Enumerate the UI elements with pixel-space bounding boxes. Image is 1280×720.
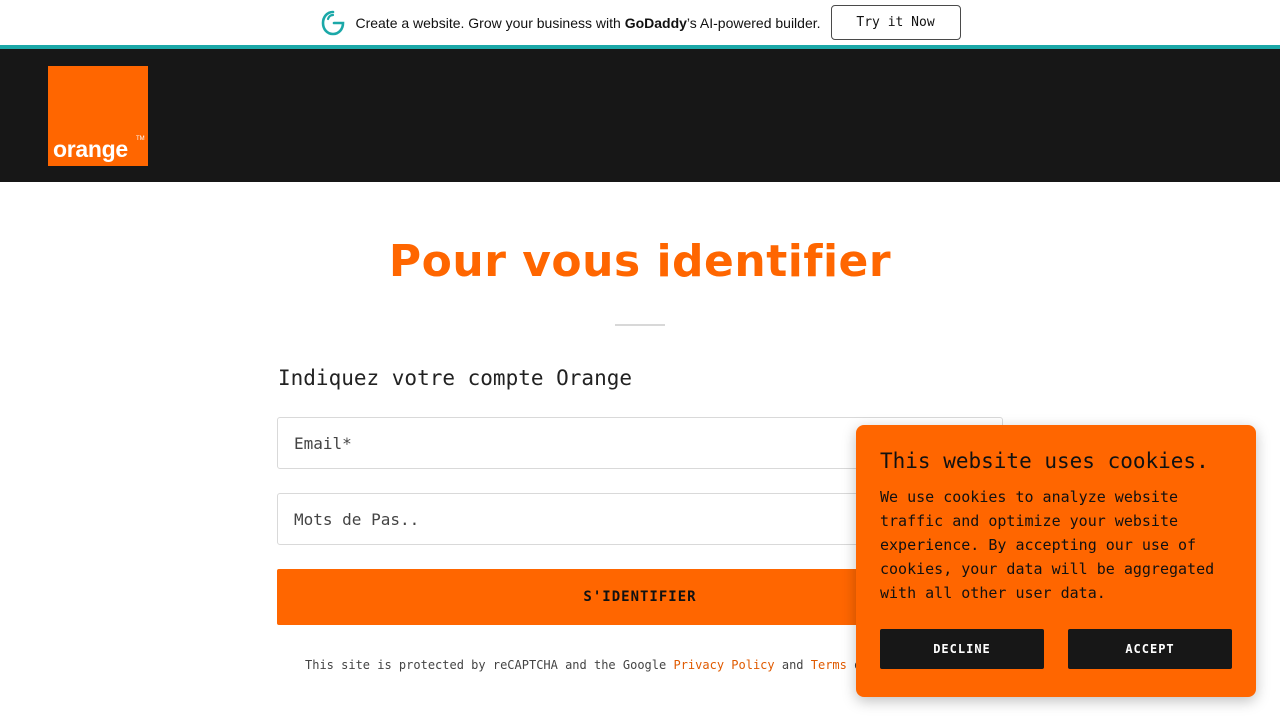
page-title: Pour vous identifier bbox=[388, 236, 892, 287]
recaptcha-text: This site is protected by reCAPTCHA and … bbox=[305, 658, 674, 672]
promo-bar: Create a website. Grow your business wit… bbox=[0, 0, 1280, 45]
cookie-title: This website uses cookies. bbox=[880, 449, 1209, 473]
recaptcha-and: and bbox=[774, 658, 811, 672]
decline-button[interactable]: DECLINE bbox=[880, 629, 1044, 669]
orange-logo[interactable]: orange TM bbox=[48, 66, 148, 166]
promo-text: Create a website. Grow your business wit… bbox=[355, 15, 820, 31]
terms-link[interactable]: Terms bbox=[811, 658, 847, 672]
logo-text: orange bbox=[53, 136, 128, 162]
promo-text-start: Create a website. Grow your business wit… bbox=[355, 14, 625, 31]
recaptcha-notice: This site is protected by reCAPTCHA and … bbox=[305, 658, 861, 672]
privacy-policy-link[interactable]: Privacy Policy bbox=[673, 658, 774, 672]
godaddy-logo-icon bbox=[319, 9, 347, 37]
site-header: orange TM bbox=[0, 49, 1280, 182]
cookie-actions: DECLINE ACCEPT bbox=[880, 629, 1232, 669]
form-subtitle: Indiquez votre compte Orange bbox=[278, 366, 633, 390]
title-divider bbox=[615, 324, 665, 326]
logo-trademark: TM bbox=[136, 136, 145, 142]
cookie-banner: This website uses cookies. We use cookie… bbox=[856, 425, 1256, 697]
promo-brand: GoDaddy bbox=[624, 14, 687, 31]
accept-button[interactable]: ACCEPT bbox=[1068, 629, 1232, 669]
try-it-now-button[interactable]: Try it Now bbox=[830, 5, 961, 40]
promo-text-end: ’s AI-powered builder. bbox=[686, 14, 821, 31]
cookie-text: We use cookies to analyze website traffi… bbox=[880, 488, 1215, 602]
promo-content: Create a website. Grow your business wit… bbox=[319, 5, 961, 40]
